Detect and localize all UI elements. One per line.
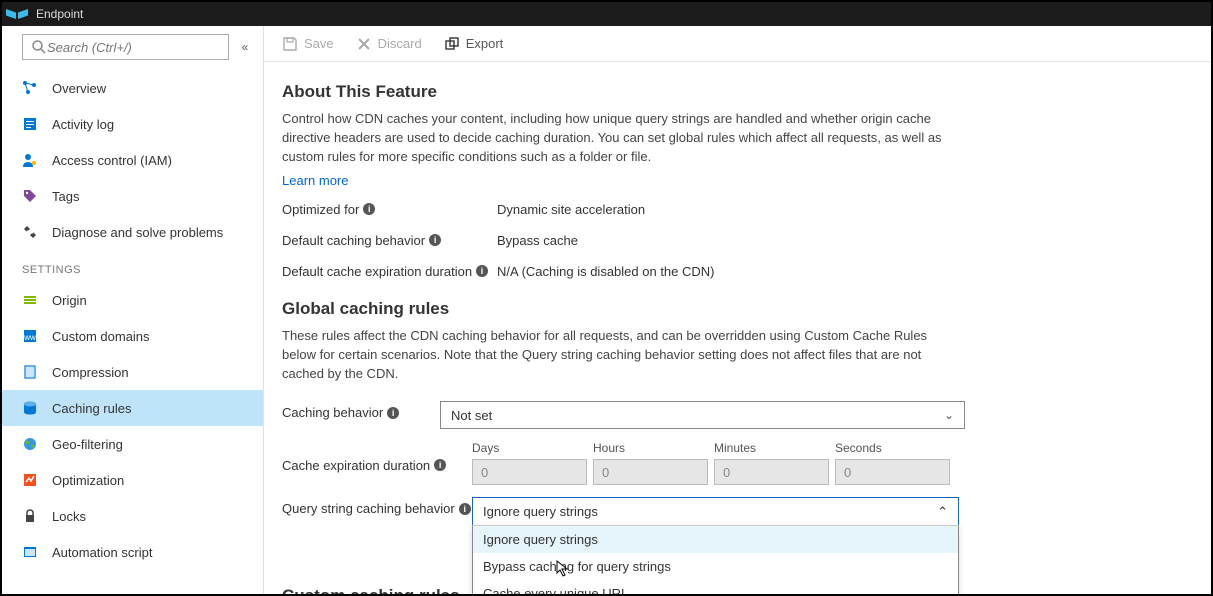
search-icon	[31, 39, 47, 55]
qsc-dropdown: Ignore query strings Bypass caching for …	[472, 525, 959, 594]
chevron-up-icon: ⌃	[937, 504, 948, 520]
nav-diagnose[interactable]: Diagnose and solve problems	[2, 214, 263, 250]
default-caching-behavior-label: Default caching behavior i	[282, 233, 497, 248]
info-icon[interactable]: i	[434, 459, 446, 471]
nav-optimization[interactable]: Optimization	[2, 462, 263, 498]
nav-label: Geo-filtering	[52, 437, 123, 452]
svg-text:ww: ww	[23, 333, 36, 342]
qsc-selected-value: Ignore query strings	[483, 504, 598, 519]
info-icon[interactable]: i	[363, 203, 375, 215]
nav-compression[interactable]: Compression	[2, 354, 263, 390]
discard-button[interactable]: Discard	[356, 36, 422, 52]
search-input[interactable]	[47, 40, 220, 55]
nav-label: Caching rules	[52, 401, 132, 416]
days-label: Days	[472, 441, 593, 455]
optimized-for-label: Optimized for i	[282, 202, 497, 217]
chevron-down-icon: ⌄	[944, 408, 954, 422]
about-description: Control how CDN caches your content, inc…	[282, 110, 962, 167]
nav-access-control[interactable]: Access control (IAM)	[2, 142, 263, 178]
nav-label: Overview	[52, 81, 106, 96]
seconds-input	[835, 459, 950, 485]
nav-label: Locks	[52, 509, 86, 524]
about-title: About This Feature	[282, 82, 1197, 102]
info-icon[interactable]: i	[387, 407, 399, 419]
caching-behavior-select[interactable]: Not set ⌄	[440, 401, 965, 429]
nav-caching-rules[interactable]: Caching rules	[2, 390, 263, 426]
nav-geo-filtering[interactable]: Geo-filtering	[2, 426, 263, 462]
qsc-option-bypass[interactable]: Bypass caching for query strings	[473, 553, 958, 580]
nav-overview[interactable]: Overview	[2, 70, 263, 106]
default-caching-behavior-value: Bypass cache	[497, 233, 578, 248]
info-icon[interactable]: i	[476, 265, 488, 277]
nav-label: Access control (IAM)	[52, 153, 172, 168]
main-panel: Save Discard Export About This Feature C…	[264, 26, 1211, 594]
caching-behavior-value: Not set	[451, 408, 492, 423]
nav-locks[interactable]: Locks	[2, 498, 263, 534]
cache-expiration-label: Cache expiration duration i	[282, 454, 472, 473]
info-icon[interactable]: i	[429, 234, 441, 246]
topbar: Endpoint	[2, 2, 1211, 26]
hours-label: Hours	[593, 441, 714, 455]
hours-input	[593, 459, 708, 485]
duration-group: Days Hours Minutes Seconds	[472, 441, 956, 485]
toolbar: Save Discard Export	[264, 26, 1211, 62]
learn-more-link[interactable]: Learn more	[282, 173, 348, 188]
nav-label: Tags	[52, 189, 79, 204]
optimized-for-value: Dynamic site acceleration	[497, 202, 645, 217]
topbar-title: Endpoint	[36, 7, 83, 21]
qsc-option-cache-unique[interactable]: Cache every unique URL	[473, 580, 958, 594]
nav-activity-log[interactable]: Activity log	[2, 106, 263, 142]
nav-custom-domains[interactable]: ww Custom domains	[2, 318, 263, 354]
compression-icon	[22, 364, 38, 380]
search-box[interactable]	[22, 34, 229, 60]
save-icon	[282, 36, 298, 52]
sidebar: « Overview Activity log Access control (…	[2, 26, 264, 594]
nav-label: Custom domains	[52, 329, 150, 344]
query-string-caching-select[interactable]: Ignore query strings ⌃ Ignore query stri…	[472, 497, 959, 594]
save-label: Save	[304, 36, 334, 51]
default-cache-expiration-label: Default cache expiration duration i	[282, 264, 497, 279]
diagnose-icon	[22, 224, 38, 240]
days-input	[472, 459, 587, 485]
nav-label: Activity log	[52, 117, 114, 132]
collapse-sidebar-button[interactable]: «	[235, 40, 255, 54]
global-description: These rules affect the CDN caching behav…	[282, 327, 932, 384]
nav-tags[interactable]: Tags	[2, 178, 263, 214]
access-control-icon	[22, 152, 38, 168]
overview-icon	[22, 80, 38, 96]
optimization-icon	[22, 472, 38, 488]
tags-icon	[22, 188, 38, 204]
nav-automation-script[interactable]: Automation script	[2, 534, 263, 570]
settings-header: SETTINGS	[2, 250, 263, 282]
minutes-input	[714, 459, 829, 485]
query-string-caching-label: Query string caching behavior i	[282, 497, 472, 516]
save-button[interactable]: Save	[282, 36, 334, 52]
nav-label: Compression	[52, 365, 129, 380]
export-label: Export	[466, 36, 504, 51]
nav-label: Diagnose and solve problems	[52, 225, 223, 240]
nav-label: Automation script	[52, 545, 152, 560]
default-cache-expiration-value: N/A (Caching is disabled on the CDN)	[497, 264, 715, 279]
qsc-option-ignore[interactable]: Ignore query strings	[473, 526, 958, 553]
nav-label: Optimization	[52, 473, 124, 488]
nav-label: Origin	[52, 293, 87, 308]
minutes-label: Minutes	[714, 441, 835, 455]
export-icon	[444, 36, 460, 52]
global-title: Global caching rules	[282, 299, 1197, 319]
info-icon[interactable]: i	[459, 503, 471, 515]
nav-origin[interactable]: Origin	[2, 282, 263, 318]
export-button[interactable]: Export	[444, 36, 504, 52]
geo-filtering-icon	[22, 436, 38, 452]
seconds-label: Seconds	[835, 441, 956, 455]
custom-domains-icon: ww	[22, 328, 38, 344]
activity-log-icon	[22, 116, 38, 132]
locks-icon	[22, 508, 38, 524]
discard-label: Discard	[378, 36, 422, 51]
origin-icon	[22, 292, 38, 308]
automation-script-icon	[22, 544, 38, 560]
endpoint-icon	[6, 9, 28, 19]
caching-rules-icon	[22, 400, 38, 416]
discard-icon	[356, 36, 372, 52]
caching-behavior-label: Caching behavior i	[282, 401, 440, 420]
